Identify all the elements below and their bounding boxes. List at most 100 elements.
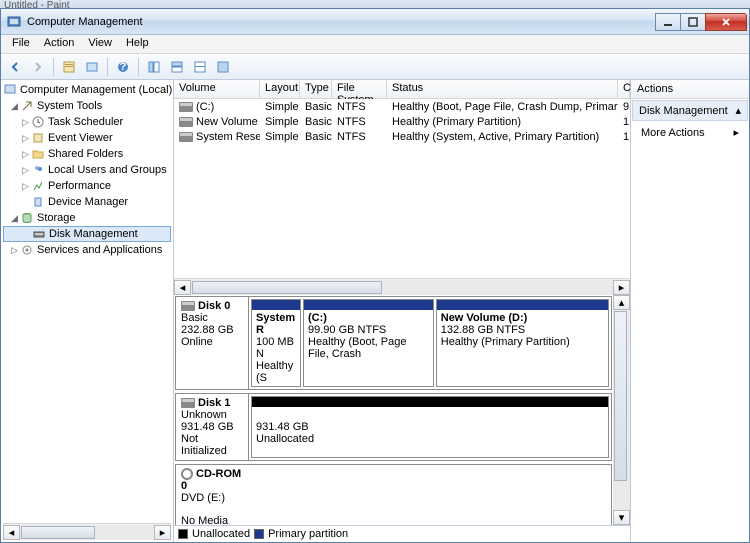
collapse-icon: ▴ xyxy=(735,104,741,117)
tree-perf[interactable]: ▷Performance xyxy=(3,178,171,194)
expand-icon[interactable]: ▷ xyxy=(20,149,31,160)
volume-icon xyxy=(179,102,193,112)
clock-icon xyxy=(31,115,45,129)
toolbar-help-button[interactable]: ? xyxy=(113,57,133,77)
disk1[interactable]: Disk 1 Unknown931.48 GBNot Initialized 9… xyxy=(175,393,612,461)
computer-management-window: Computer Management File Action View Hel… xyxy=(0,8,750,543)
expand-icon[interactable]: ▷ xyxy=(9,245,20,256)
col-capacity[interactable]: C xyxy=(618,80,630,98)
col-volume[interactable]: Volume xyxy=(174,80,260,98)
event-icon xyxy=(31,131,45,145)
tree-event[interactable]: ▷Event Viewer xyxy=(3,130,171,146)
scroll-down-icon[interactable]: ▾ xyxy=(613,510,630,525)
tree-storage[interactable]: ◢Storage xyxy=(3,210,171,226)
disk0-partition-system[interactable]: System R100 MB NHealthy (S xyxy=(251,299,301,387)
volume-row[interactable]: (C:)SimpleBasicNTFSHealthy (Boot, Page F… xyxy=(174,99,630,114)
perf-icon xyxy=(31,179,45,193)
minimize-button[interactable] xyxy=(655,13,681,31)
svg-text:?: ? xyxy=(120,61,127,73)
menu-action[interactable]: Action xyxy=(37,35,82,53)
volume-scrollbar[interactable]: ◂ ▸ xyxy=(174,278,630,295)
tree-root[interactable]: Computer Management (Local) xyxy=(3,82,171,98)
toolbar-explorer-button[interactable] xyxy=(82,57,102,77)
expand-icon[interactable]: ▷ xyxy=(20,165,31,176)
scroll-left-icon[interactable]: ◂ xyxy=(3,525,20,540)
col-layout[interactable]: Layout xyxy=(260,80,300,98)
toolbar-view2-button[interactable] xyxy=(167,57,187,77)
disk0-partition-d[interactable]: New Volume (D:)132.88 GB NTFSHealthy (Pr… xyxy=(436,299,609,387)
main-panel: Volume Layout Type File System Status C … xyxy=(174,80,631,542)
toolbar-forward-button[interactable] xyxy=(28,57,48,77)
actions-disk-management[interactable]: Disk Management▴ xyxy=(632,100,748,121)
disk0-label[interactable]: Disk 0 Basic232.88 GBOnline xyxy=(176,297,249,389)
scroll-right-icon[interactable]: ▸ xyxy=(613,280,630,295)
scroll-up-icon[interactable]: ▴ xyxy=(613,295,630,310)
cdrom-icon xyxy=(181,468,193,480)
menubar: File Action View Help xyxy=(1,35,749,54)
col-status[interactable]: Status xyxy=(387,80,618,98)
toolbar-back-button[interactable] xyxy=(5,57,25,77)
volume-list[interactable]: (C:)SimpleBasicNTFSHealthy (Boot, Page F… xyxy=(174,99,630,278)
legend: Unallocated Primary partition xyxy=(174,525,630,542)
menu-help[interactable]: Help xyxy=(119,35,156,53)
tree-task[interactable]: ▷Task Scheduler xyxy=(3,114,171,130)
services-icon xyxy=(20,243,34,257)
cdrom0-label[interactable]: CD-ROM 0 DVD (E:)No Media xyxy=(176,465,249,525)
legend-unallocated-label: Unallocated xyxy=(192,528,250,540)
titlebar[interactable]: Computer Management xyxy=(1,9,749,35)
tree-devmgr[interactable]: Device Manager xyxy=(3,194,171,210)
col-type[interactable]: Type xyxy=(300,80,332,98)
legend-primary-label: Primary partition xyxy=(268,528,348,540)
folder-icon xyxy=(31,147,45,161)
app-icon xyxy=(6,14,22,30)
tree-scrollbar[interactable]: ◂ ▸ xyxy=(3,523,171,540)
cdrom0[interactable]: CD-ROM 0 DVD (E:)No Media xyxy=(175,464,612,525)
disk1-unallocated[interactable]: 931.48 GBUnallocated xyxy=(251,396,609,458)
toolbar-view4-button[interactable] xyxy=(213,57,233,77)
legend-unallocated-swatch xyxy=(178,529,188,539)
disk-icon xyxy=(181,301,195,311)
disk0-partition-c[interactable]: (C:)99.90 GB NTFSHealthy (Boot, Page Fil… xyxy=(303,299,434,387)
paint-title-bar: Untitled - Paint xyxy=(0,0,750,8)
tree-shared[interactable]: ▷Shared Folders xyxy=(3,146,171,162)
expand-icon[interactable]: ▷ xyxy=(20,133,31,144)
expand-icon[interactable]: ▷ xyxy=(20,117,31,128)
tree-svcs[interactable]: ▷Services and Applications xyxy=(3,242,171,258)
collapse-icon[interactable]: ◢ xyxy=(9,213,20,224)
volume-icon xyxy=(179,132,193,142)
chevron-right-icon: ▸ xyxy=(733,126,739,139)
col-fs[interactable]: File System xyxy=(332,80,387,98)
storage-icon xyxy=(20,211,34,225)
expand-icon[interactable]: ▷ xyxy=(20,181,31,192)
menu-file[interactable]: File xyxy=(5,35,37,53)
disk-graphical-view[interactable]: Disk 0 Basic232.88 GBOnline System R100 … xyxy=(174,295,613,525)
toolbar-properties-button[interactable] xyxy=(59,57,79,77)
volume-icon xyxy=(179,117,193,127)
disk0[interactable]: Disk 0 Basic232.88 GBOnline System R100 … xyxy=(175,296,612,390)
actions-header: Actions xyxy=(631,80,749,99)
close-button[interactable] xyxy=(705,13,747,31)
actions-more[interactable]: More Actions▸ xyxy=(631,122,749,143)
toolbar-view3-button[interactable] xyxy=(190,57,210,77)
disk-icon xyxy=(181,398,195,408)
scroll-left-icon[interactable]: ◂ xyxy=(174,280,191,295)
disk1-label[interactable]: Disk 1 Unknown931.48 GBNot Initialized xyxy=(176,394,249,460)
volume-row[interactable]: New Volume (D:)SimpleBasicNTFSHealthy (P… xyxy=(174,114,630,129)
menu-view[interactable]: View xyxy=(81,35,119,53)
graph-vscrollbar[interactable]: ▴ ▾ xyxy=(613,295,630,525)
toolbar-view1-button[interactable] xyxy=(144,57,164,77)
navigation-tree[interactable]: Computer Management (Local) ◢System Tool… xyxy=(1,80,174,542)
volume-header[interactable]: Volume Layout Type File System Status C xyxy=(174,80,630,99)
tree-diskman[interactable]: Disk Management xyxy=(3,226,171,242)
tree-users[interactable]: ▷Local Users and Groups xyxy=(3,162,171,178)
legend-primary-swatch xyxy=(254,529,264,539)
computer-icon xyxy=(3,83,17,97)
tools-icon xyxy=(20,99,34,113)
maximize-button[interactable] xyxy=(680,13,706,31)
scroll-right-icon[interactable]: ▸ xyxy=(154,525,171,540)
volume-row[interactable]: System ReservedSimpleBasicNTFSHealthy (S… xyxy=(174,129,630,144)
collapse-icon[interactable]: ◢ xyxy=(9,101,20,112)
tree-systools[interactable]: ◢System Tools xyxy=(3,98,171,114)
toolbar: ? xyxy=(1,54,749,80)
disk-icon xyxy=(32,227,46,241)
